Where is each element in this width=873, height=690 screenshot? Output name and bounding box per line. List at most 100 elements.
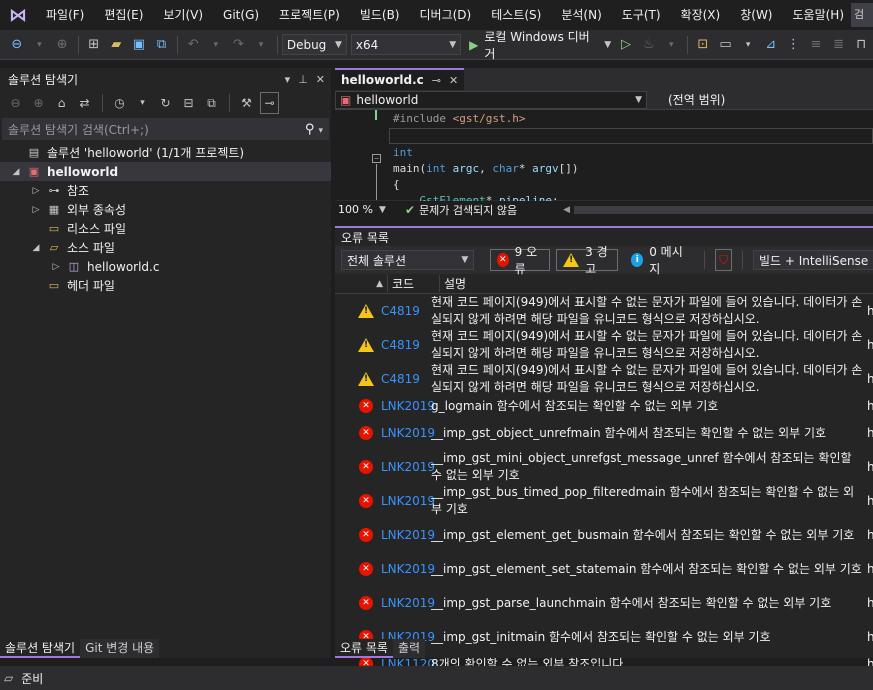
error-row[interactable]: C4819현재 코드 페이지(949)에서 표시할 수 없는 문자가 파일에 들… (335, 362, 873, 396)
menu-item-2[interactable]: 보기(V) (153, 0, 213, 30)
expander-icon[interactable]: ◢ (10, 167, 22, 177)
menu-item-3[interactable]: Git(G) (213, 0, 269, 30)
redo-dropdown-icon[interactable]: ▾ (250, 34, 272, 56)
sort-indicator-icon[interactable]: ▲ (335, 279, 387, 289)
uncomment-icon[interactable]: ≣ (828, 34, 850, 56)
column-header-code[interactable]: 코드 (387, 275, 439, 292)
error-row[interactable]: ✕ LNK2019 __imp_gst_element_set_statemain … (335, 552, 873, 586)
properties-wrench-icon[interactable]: ⚒ (237, 92, 256, 114)
horizontal-scrollbar[interactable] (574, 205, 873, 214)
pin-icon[interactable]: ⊸ (432, 74, 441, 87)
error-row[interactable]: C4819현재 코드 페이지(949)에서 표시할 수 없는 문자가 파일에 들… (335, 294, 873, 328)
menu-item-6[interactable]: 디버그(D) (410, 0, 482, 30)
bookmark-icon[interactable]: ⊓ (850, 34, 872, 56)
collapse-all-icon[interactable]: ⊟ (179, 92, 198, 114)
code-area[interactable]: − #include <gst/gst.h> int main(int argc… (335, 110, 873, 201)
tree-item[interactable]: ▷ ▦ 외부 종속성 (0, 200, 331, 219)
open-file-icon[interactable]: ▰ (105, 34, 127, 56)
error-code-link[interactable]: C4819 (377, 338, 431, 352)
start-without-debugging-icon[interactable]: ▷ (615, 34, 637, 56)
error-code-link[interactable]: LNK2019 (377, 494, 435, 508)
error-row[interactable]: ✕ LNK2019 __imp_gst_object_unrefmain 함수에서 … (335, 416, 873, 450)
save-icon[interactable]: ▣ (128, 34, 150, 56)
switch-views-icon[interactable]: ⇄ (75, 92, 94, 114)
redo-icon[interactable]: ↷ (228, 34, 250, 56)
menu-item-4[interactable]: 프로젝트(P) (269, 0, 350, 30)
error-code-link[interactable]: LNK2019 (377, 426, 435, 440)
navigate-forward-icon[interactable]: ⊕ (51, 34, 73, 56)
build-filter-dropdown[interactable]: 빌드 + IntelliSense (752, 250, 873, 270)
forward-icon[interactable]: ⊕ (29, 92, 48, 114)
menu-item-8[interactable]: 분석(N) (551, 0, 611, 30)
visual-studio-logo-icon[interactable]: ⋈ (0, 0, 36, 30)
scope-dropdown[interactable]: (전역 범위) (663, 90, 873, 109)
scope-dropdown[interactable]: 전체 솔루션 ▼ (341, 250, 475, 270)
solution-explorer-search-input[interactable]: 솔루션 탐색기 검색(Ctrl+;) ⚲ ▾ (2, 118, 329, 140)
preview-selected-items-icon[interactable]: ⊸ (260, 92, 279, 114)
menu-item-9[interactable]: 도구(T) (612, 0, 671, 30)
undo-dropdown-icon[interactable]: ▾ (205, 34, 227, 56)
pin-icon[interactable]: ⊥ (298, 73, 308, 86)
tree-item[interactable]: ▭ 헤더 파일 (0, 276, 331, 295)
menu-item-7[interactable]: 테스트(S) (481, 0, 551, 30)
show-all-files-icon[interactable]: ⧉ (202, 92, 221, 114)
errors-filter-button[interactable]: ✕ 9 오류 (489, 245, 551, 276)
tree-item[interactable]: ◢ ▱ 소스 파일 (0, 238, 331, 257)
error-row[interactable]: ✕ LNK2019 __imp_gst_bus_timed_pop_filtered… (335, 484, 873, 518)
toolbar-options-icon[interactable]: ⋮ (783, 34, 805, 56)
menu-item-11[interactable]: 창(W) (730, 0, 782, 30)
error-row[interactable]: ✕ LNK2019 __imp_gst_mini_object_unrefgst_m… (335, 450, 873, 484)
error-code-link[interactable]: C4819 (377, 372, 431, 386)
tree-item[interactable]: ◢ ▣ helloworld (0, 162, 331, 181)
undo-icon[interactable]: ↶ (182, 34, 204, 56)
error-code-link[interactable]: LNK2019 (377, 528, 435, 542)
back-icon[interactable]: ⊖ (6, 92, 25, 114)
error-code-link[interactable]: LNK2019 (377, 596, 435, 610)
project-dropdown[interactable]: ▣ helloworld ▼ (335, 90, 647, 109)
collapse-toggle-icon[interactable]: − (372, 154, 381, 163)
home-icon[interactable]: ⌂ (52, 92, 71, 114)
menu-item-5[interactable]: 빌드(B) (350, 0, 410, 30)
breakpoint-icon[interactable]: ⊿ (760, 34, 782, 56)
search-box[interactable]: 검 (851, 3, 873, 27)
comment-icon[interactable]: ≡ (805, 34, 827, 56)
error-code-link[interactable]: LNK2019 (377, 460, 435, 474)
tree-item[interactable]: ▷ ◫ helloworld.c (0, 257, 331, 276)
tree-item[interactable]: ▷ ⊶ 참조 (0, 181, 331, 200)
window-position-icon[interactable]: ▾ (285, 73, 291, 86)
expander-icon[interactable]: ▷ (50, 262, 62, 272)
error-row[interactable]: ✕ LNK2019 __imp_gst_element_get_busmain 함수… (335, 518, 873, 552)
menu-item-12[interactable]: 도움말(H) (783, 0, 855, 30)
dropdown-arrow-icon[interactable]: ▾ (737, 34, 759, 56)
error-row[interactable]: ✕ LNK2019 __imp_gst_parse_launchmain 함수에서 … (335, 586, 873, 620)
scroll-left-icon[interactable]: ◀ (563, 205, 570, 215)
hot-reload-icon[interactable]: ♨ (638, 34, 660, 56)
issues-indicator[interactable]: ✔ 문제가 검색되지 않음 (405, 202, 517, 218)
tab-git-changes[interactable]: Git 변경 내용 (80, 639, 160, 658)
find-in-files-icon[interactable]: ⊡ (692, 34, 714, 56)
expander-icon[interactable]: ▷ (30, 205, 42, 215)
error-code-link[interactable]: LNK2019 (377, 562, 435, 576)
solution-platform-dropdown[interactable]: x64 ▼ (350, 34, 462, 55)
tree-item[interactable]: ▤ 솔루션 'helloworld' (1/1개 프로젝트) (0, 143, 331, 162)
dropdown-arrow-icon[interactable]: ▾ (133, 92, 152, 114)
tree-item[interactable]: ▭ 리소스 파일 (0, 219, 331, 238)
expander-icon[interactable]: ◢ (30, 243, 42, 253)
zoom-dropdown[interactable]: 100 % ▼ (335, 203, 405, 216)
tab-helloworld-c[interactable]: helloworld.c ⊸ ✕ (335, 68, 465, 90)
error-code-link[interactable]: LNK2019 (377, 399, 435, 413)
error-code-link[interactable]: C4819 (377, 304, 431, 318)
navigate-back-icon[interactable]: ⊖ (6, 34, 28, 56)
new-project-icon[interactable]: ⊞ (83, 34, 105, 56)
tab-error-list[interactable]: 오류 목록 (335, 639, 393, 658)
solution-configuration-dropdown[interactable]: Debug ▼ (281, 34, 347, 55)
menu-item-10[interactable]: 확장(X) (671, 0, 731, 30)
save-all-icon[interactable]: ⧉ (151, 34, 173, 56)
refresh-icon[interactable]: ↻ (156, 92, 175, 114)
pending-changes-filter-icon[interactable]: ◷ (110, 92, 129, 114)
messages-filter-button[interactable]: i 0 메시지 (624, 245, 694, 276)
tab-output[interactable]: 출력 (392, 639, 426, 658)
clear-filter-button[interactable]: ⛉ (715, 249, 733, 271)
close-icon[interactable]: ✕ (316, 73, 325, 86)
expander-icon[interactable]: ▷ (30, 186, 42, 196)
